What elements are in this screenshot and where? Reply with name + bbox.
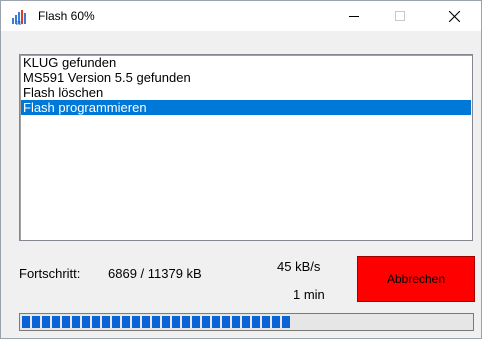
list-item[interactable]: Flash löschen	[21, 85, 471, 100]
log-listbox[interactable]: KLUG gefunden MS591 Version 5.5 gefunden…	[19, 54, 473, 241]
time-remaining: 1 min	[293, 287, 325, 302]
window-title: Flash 60%	[38, 9, 95, 23]
progress-bar	[19, 313, 474, 331]
transferred-size: 6869 / 11379 kB	[108, 266, 202, 281]
title-bar[interactable]: 25 Flash 60%	[1, 1, 481, 31]
progress-track	[22, 316, 471, 328]
list-item[interactable]: MS591 Version 5.5 gefunden	[21, 70, 471, 85]
flash-dialog: 25 Flash 60% KLUG gefunden MS591 Version…	[0, 0, 482, 339]
maximize-button[interactable]	[377, 1, 423, 31]
transfer-speed: 45 kB/s	[277, 259, 321, 274]
list-item[interactable]: Flash programmieren	[21, 100, 471, 115]
close-icon	[448, 10, 460, 22]
list-item[interactable]: KLUG gefunden	[21, 55, 471, 70]
svg-text:25: 25	[16, 21, 22, 25]
flash-app-icon: 25	[12, 10, 26, 25]
minimize-button[interactable]	[331, 1, 377, 31]
abort-button[interactable]: Abbrechen	[357, 256, 475, 302]
minimize-icon	[349, 16, 359, 17]
progress-label: Fortschritt:	[19, 266, 81, 281]
close-button[interactable]	[431, 1, 477, 31]
progress-fill	[22, 316, 292, 328]
maximize-icon	[395, 11, 405, 21]
